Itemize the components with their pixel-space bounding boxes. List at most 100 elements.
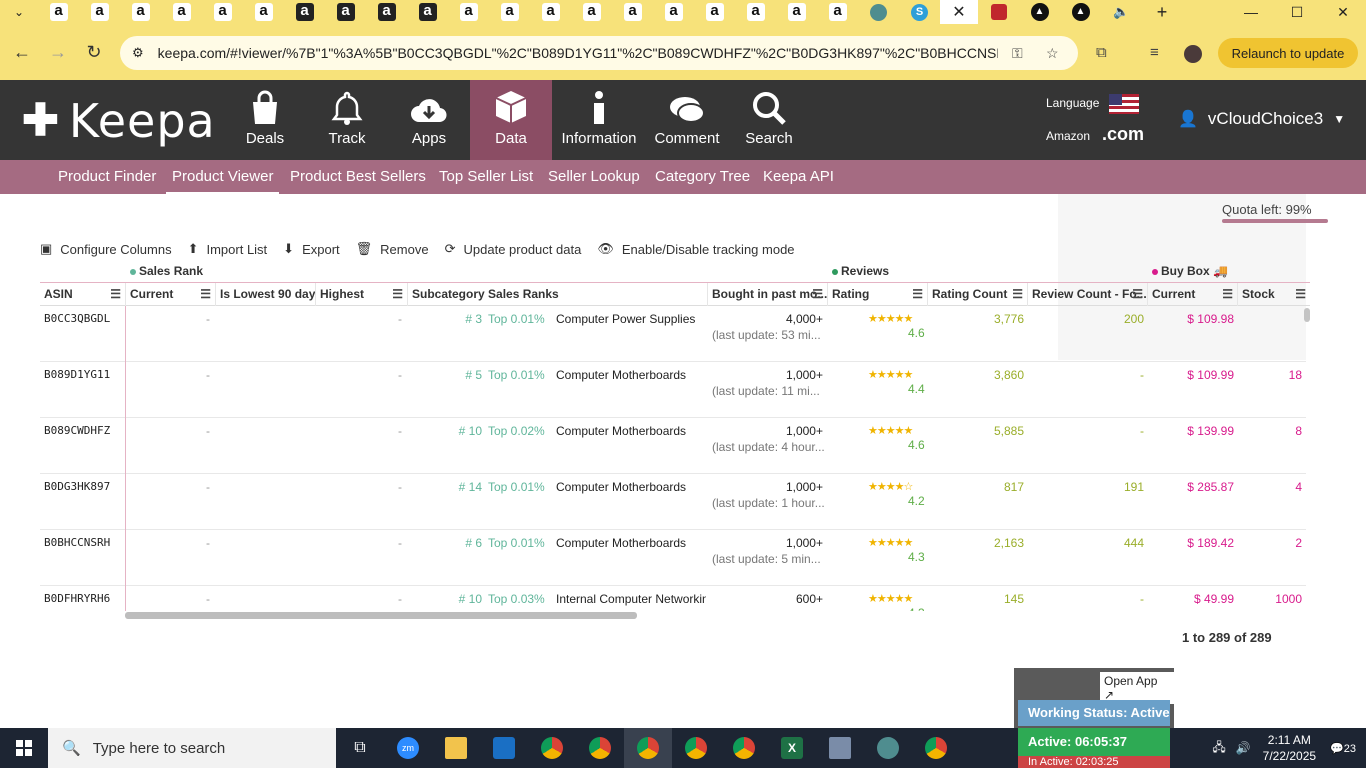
col-buybox-current[interactable]: Current ☰ — [1148, 283, 1238, 306]
tab-a-app-2[interactable]: ▲ — [1060, 0, 1101, 24]
excel-icon[interactable]: X — [768, 728, 816, 768]
password-key-icon[interactable]: ⚿ — [1012, 45, 1023, 62]
chrome-icon[interactable] — [528, 728, 576, 768]
table-row[interactable]: B089D1YG11 - - # 5 Top 0.01% Computer Motherb… — [40, 362, 1306, 418]
url-bar[interactable]: ⚙ keepa.com/#!viewer/%7B"1"%3A%5B"B0CC3Q… — [120, 36, 1078, 70]
tab-amazon[interactable]: a — [735, 0, 776, 24]
table-row[interactable]: B089CWDHFZ - - # 10 Top 0.02% Computer Mother… — [40, 418, 1306, 474]
table-row[interactable]: B0DFHRYRH6 - - # 10 Top 0.03% Internal Comput… — [40, 586, 1306, 611]
tab-amazon[interactable]: a — [448, 0, 489, 24]
tab-amazon[interactable]: a — [489, 0, 530, 24]
configure-columns-button[interactable]: ▣ Configure Columns — [40, 241, 172, 257]
tab-amazon[interactable]: a — [120, 0, 161, 24]
column-menu-icon[interactable]: ☰ — [912, 283, 923, 306]
tab-amazon[interactable]: a — [243, 0, 284, 24]
maximize-icon[interactable]: ☐ — [1274, 0, 1320, 24]
reload-icon[interactable]: ↻ — [76, 34, 112, 70]
amazon-domain[interactable]: .com — [1102, 124, 1144, 144]
tab-amazon[interactable]: a — [530, 0, 571, 24]
profile-avatar[interactable] — [1184, 45, 1202, 63]
nav-track[interactable]: Track — [310, 80, 384, 160]
column-menu-icon[interactable]: ☰ — [1132, 283, 1143, 306]
tab-amazon[interactable]: a — [366, 0, 407, 24]
us-flag-icon[interactable] — [1109, 94, 1140, 114]
subnav-keepa-api[interactable]: Keepa API — [763, 160, 834, 194]
tab-amazon[interactable]: a — [325, 0, 366, 24]
tab-amazon[interactable]: a — [161, 0, 202, 24]
col-asin[interactable]: ASIN ☰ — [40, 283, 126, 306]
tab-amazon[interactable]: a — [571, 0, 612, 24]
nav-deals[interactable]: Deals — [228, 80, 302, 160]
notifications-icon[interactable]: 💬23 — [1330, 742, 1356, 755]
nav-search[interactable]: Search — [732, 80, 806, 160]
site-info-icon[interactable]: ⚙ — [132, 45, 144, 61]
subnav-product-finder[interactable]: Product Finder — [58, 160, 156, 194]
task-view-icon[interactable]: ⧉ — [336, 728, 384, 768]
back-icon[interactable]: ← — [4, 34, 40, 70]
table-row[interactable]: B0DG3HK897 - - # 14 Top 0.01% Computer Mother… — [40, 474, 1306, 530]
table-row[interactable]: B0BHCCNSRH - - # 6 Top 0.01% Computer Motherb… — [40, 530, 1306, 586]
url-text[interactable]: keepa.com/#!viewer/%7B"1"%3A%5B"B0CC3QBG… — [158, 45, 998, 61]
import-list-button[interactable]: ⬆ Import List — [188, 241, 268, 257]
col-current[interactable]: Current ☰ — [126, 283, 216, 306]
table-row[interactable]: B0CC3QBGDL - - # 3 Top 0.01% Computer Power S… — [40, 306, 1306, 362]
keepa-logo[interactable]: ✚ Keepa — [22, 94, 216, 148]
network-icon[interactable]: 🖧 — [1212, 738, 1225, 759]
tab-amazon[interactable]: a — [38, 0, 79, 24]
column-menu-icon[interactable]: ☰ — [1222, 283, 1233, 306]
media-queue-icon[interactable]: ≡ — [1150, 44, 1159, 61]
tab-amazon[interactable]: a — [694, 0, 735, 24]
new-tab-icon[interactable]: + — [1142, 0, 1182, 24]
tab-keepa[interactable] — [858, 0, 899, 24]
tab-close-icon[interactable]: ✕ — [940, 0, 978, 24]
taskbar-search[interactable]: 🔍 Type here to search — [48, 728, 336, 768]
chrome-icon[interactable] — [720, 728, 768, 768]
col-highest[interactable]: Highest ☰ — [316, 283, 408, 306]
nav-apps[interactable]: Apps — [392, 80, 466, 160]
forward-icon[interactable]: → — [40, 34, 76, 70]
subnav-top-seller-list[interactable]: Top Seller List — [439, 160, 533, 194]
tab-audio[interactable]: 🔈 — [1101, 0, 1142, 24]
export-button[interactable]: ⬇ Export — [283, 241, 339, 257]
chrome-icon[interactable] — [912, 728, 960, 768]
tab-a-app-1[interactable]: ▲ — [1019, 0, 1060, 24]
chrome-icon[interactable] — [576, 728, 624, 768]
file-explorer-icon[interactable] — [432, 728, 480, 768]
nav-data[interactable]: Data — [470, 80, 552, 160]
tab-amazon[interactable]: a — [653, 0, 694, 24]
user-menu[interactable]: 👤 vCloudChoice3 ▼ — [1178, 109, 1345, 129]
col-is-lowest[interactable]: Is Lowest 90 days — [216, 283, 316, 306]
subnav-category-tree[interactable]: Category Tree — [655, 160, 750, 194]
subnav-product-viewer[interactable]: Product Viewer — [166, 160, 280, 194]
column-menu-icon[interactable]: ☰ — [110, 283, 121, 306]
tab-amazon[interactable]: a — [79, 0, 120, 24]
subnav-seller-lookup[interactable]: Seller Lookup — [548, 160, 640, 194]
col-review-count[interactable]: Review Count - Fo... ☰ — [1028, 283, 1148, 306]
tab-amazon[interactable]: a — [407, 0, 448, 24]
horizontal-scrollbar[interactable] — [125, 612, 637, 619]
keepa-app-icon[interactable] — [864, 728, 912, 768]
col-bought[interactable]: Bought in past mo... ☰ — [708, 283, 828, 306]
tab-amazon[interactable]: a — [817, 0, 858, 24]
tab-red-app[interactable] — [978, 0, 1019, 24]
chrome-icon[interactable] — [672, 728, 720, 768]
vertical-scrollbar[interactable] — [1304, 308, 1310, 322]
col-stock[interactable]: Stock ☰ — [1238, 283, 1310, 306]
nav-information[interactable]: Information — [556, 80, 642, 160]
window-close-icon[interactable]: ✕ — [1320, 0, 1366, 24]
column-menu-icon[interactable]: ☰ — [1295, 283, 1306, 306]
remove-button[interactable]: 🗑 Remove — [356, 241, 429, 257]
language-selector[interactable]: Language Amazon .com — [1046, 94, 1144, 145]
tab-search-menu-icon[interactable]: ⌄ — [0, 0, 38, 24]
zoom-app-icon[interactable]: zm — [384, 728, 432, 768]
chrome-icon[interactable] — [624, 728, 672, 768]
tab-amazon[interactable]: a — [284, 0, 325, 24]
column-menu-icon[interactable]: ☰ — [1012, 283, 1023, 306]
subnav-product-best-sellers[interactable]: Product Best Sellers — [290, 160, 426, 194]
column-menu-icon[interactable]: ☰ — [200, 283, 211, 306]
calculator-icon[interactable] — [816, 728, 864, 768]
tab-amazon[interactable]: a — [612, 0, 653, 24]
relaunch-button[interactable]: Relaunch to update — [1218, 38, 1358, 68]
bookmark-star-icon[interactable]: ☆ — [1046, 45, 1059, 62]
tab-s-app[interactable]: S — [899, 0, 940, 24]
